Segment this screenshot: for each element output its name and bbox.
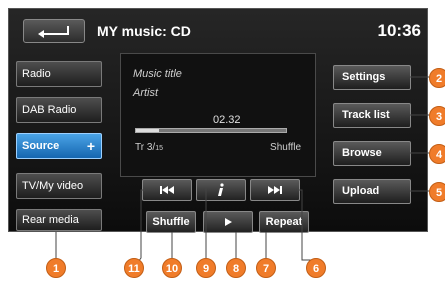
callout-4: 4 [429,144,445,164]
callout-11: 11 [124,258,144,278]
callout-7: 7 [256,258,276,278]
callout-9: 9 [196,258,216,278]
callout-10: 10 [162,258,182,278]
callout-6: 6 [306,258,326,278]
callout-leaders [55,76,436,263]
callout-8: 8 [226,258,246,278]
callout-1: 1 [46,258,66,278]
callout-5: 5 [429,182,445,202]
callout-2: 2 [429,68,445,88]
callout-3: 3 [429,106,445,126]
